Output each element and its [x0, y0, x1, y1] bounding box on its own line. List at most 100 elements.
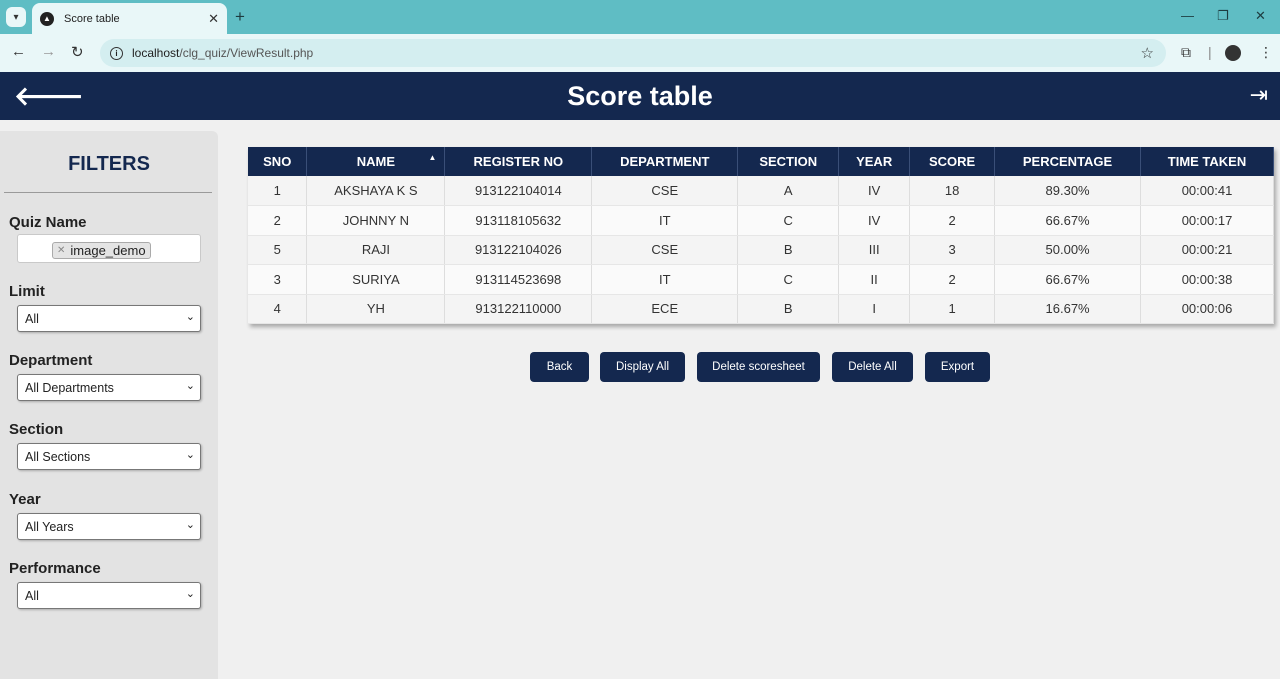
address-bar[interactable]: i localhost/clg_quiz/ViewResult.php ☆ [100, 39, 1166, 67]
column-header-time-taken[interactable]: TIME TAKEN [1140, 147, 1274, 176]
column-header-register-no[interactable]: REGISTER NO [444, 147, 593, 176]
new-tab-icon[interactable]: + [235, 7, 245, 27]
performance-select[interactable]: All ⌄ [17, 582, 201, 609]
chevron-down-icon: ⌄ [185, 449, 195, 461]
bookmark-star-icon[interactable]: ☆ [1141, 44, 1154, 62]
score-table: SNO NAME ▲ REGISTER NO DEPARTMENT SECTION… [248, 147, 1274, 324]
section-label: Section [9, 421, 64, 438]
cell-name: SURIYA [306, 264, 446, 295]
section-select-value: All Sections [25, 449, 91, 464]
window-close-icon[interactable]: ✕ [1255, 8, 1266, 24]
column-header-year[interactable]: YEAR [838, 147, 911, 176]
cell-sno: 5 [248, 235, 308, 265]
cell-department: IT [591, 264, 739, 295]
cell-sno: 3 [248, 264, 308, 295]
cell-time-taken: 00:00:17 [1140, 205, 1274, 236]
cell-name: RAJI [306, 235, 446, 265]
cell-year: I [838, 294, 911, 324]
tab-title: Score table [64, 12, 120, 25]
extensions-icon[interactable]: ⧉ [1181, 44, 1191, 61]
cell-department: ECE [591, 294, 739, 324]
url-path: /clg_quiz/ViewResult.php [179, 46, 314, 60]
logout-icon[interactable]: ⇥ [1250, 82, 1268, 108]
cell-name: YH [306, 294, 446, 324]
column-header-score[interactable]: SCORE [909, 147, 996, 176]
tab-close-icon[interactable]: ✕ [208, 11, 219, 27]
back-button[interactable]: Back [530, 352, 589, 382]
column-header-department[interactable]: DEPARTMENT [591, 147, 739, 176]
cell-year: IV [838, 205, 911, 236]
cell-section: A [737, 176, 840, 206]
quiz-chip[interactable]: ✕ image_demo [52, 242, 151, 259]
cell-year: III [838, 235, 911, 265]
table-row: 1 AKSHAYA K S 913122104014 CSE A IV 18 8… [248, 176, 1274, 206]
cell-register-no: 913122104026 [444, 235, 593, 265]
limit-label: Limit [9, 283, 45, 300]
year-select[interactable]: All Years ⌄ [17, 513, 201, 540]
delete-scoresheet-button[interactable]: Delete scoresheet [697, 352, 820, 382]
quiz-name-multiselect[interactable]: ✕ image_demo [17, 234, 201, 263]
column-header-sno[interactable]: SNO [248, 147, 308, 176]
app-header: 🡐 Score table ⇥ [0, 72, 1280, 120]
cell-register-no: 913118105632 [444, 205, 593, 236]
display-all-button[interactable]: Display All [600, 352, 685, 382]
table-row: 5 RAJI 913122104026 CSE B III 3 50.00% 0… [248, 235, 1274, 265]
cell-department: IT [591, 205, 739, 236]
cell-year: II [838, 264, 911, 295]
column-header-name[interactable]: NAME ▲ [306, 147, 446, 176]
cell-time-taken: 00:00:38 [1140, 264, 1274, 295]
filters-sidebar: FILTERS Quiz Name ✕ image_demo Limit All… [0, 131, 218, 679]
profile-avatar-icon[interactable] [1225, 45, 1241, 61]
browser-back-icon[interactable]: ← [11, 43, 26, 60]
cell-register-no: 913114523698 [444, 264, 593, 295]
section-select[interactable]: All Sections ⌄ [17, 443, 201, 470]
cell-percentage: 89.30% [994, 176, 1142, 206]
cell-score: 2 [909, 205, 996, 236]
reload-icon[interactable]: ↻ [71, 43, 84, 61]
tab-list-chevron-icon[interactable]: ▾ [6, 7, 26, 27]
chevron-down-icon: ⌄ [185, 519, 195, 531]
minimize-icon[interactable]: — [1181, 8, 1194, 23]
table-row: 3 SURIYA 913114523698 IT C II 2 66.67% 0… [248, 264, 1274, 295]
cell-percentage: 50.00% [994, 235, 1142, 265]
cell-time-taken: 00:00:21 [1140, 235, 1274, 265]
department-select-value: All Departments [25, 380, 114, 395]
cell-register-no: 913122104014 [444, 176, 593, 206]
browser-tab[interactable]: ▲ Score table ✕ [32, 3, 227, 34]
browser-toolbar: ← → ↻ i localhost/clg_quiz/ViewResult.ph… [0, 34, 1280, 72]
browser-forward-icon[interactable]: → [41, 43, 56, 60]
table-row: 4 YH 913122110000 ECE B I 1 16.67% 00:00… [248, 294, 1274, 324]
department-select[interactable]: All Departments ⌄ [17, 374, 201, 401]
table-row: 2 JOHNNY N 913118105632 IT C IV 2 66.67%… [248, 205, 1274, 236]
toolbar-divider: | [1208, 44, 1212, 60]
url-host: localhost [132, 46, 180, 60]
cell-name: JOHNNY N [306, 205, 446, 236]
restore-icon[interactable]: ❐ [1217, 8, 1229, 24]
column-header-percentage[interactable]: PERCENTAGE [994, 147, 1142, 176]
cell-register-no: 913122110000 [444, 294, 593, 324]
cell-name: AKSHAYA K S [306, 176, 446, 206]
menu-kebab-icon[interactable]: ⋮ [1259, 44, 1273, 61]
cell-time-taken: 00:00:41 [1140, 176, 1274, 206]
browser-tab-bar: ▾ ▲ Score table ✕ + — ❐ ✕ [0, 0, 1280, 34]
cell-sno: 4 [248, 294, 308, 324]
chevron-down-icon: ⌄ [185, 311, 195, 323]
column-header-section[interactable]: SECTION [737, 147, 840, 176]
cell-sno: 2 [248, 205, 308, 236]
department-label: Department [9, 352, 93, 369]
cell-section: B [737, 294, 840, 324]
cell-section: C [737, 205, 840, 236]
site-favicon-icon: ▲ [40, 11, 54, 26]
delete-all-button[interactable]: Delete All [832, 352, 913, 382]
chip-remove-icon[interactable]: ✕ [57, 245, 65, 256]
cell-year: IV [838, 176, 911, 206]
cell-department: CSE [591, 235, 739, 265]
site-info-icon[interactable]: i [110, 46, 123, 60]
limit-select[interactable]: All ⌄ [17, 305, 201, 332]
chevron-down-icon: ⌄ [185, 380, 195, 392]
cell-sno: 1 [248, 176, 308, 206]
limit-select-value: All [25, 311, 39, 326]
cell-score: 1 [909, 294, 996, 324]
chevron-down-icon: ⌄ [185, 588, 195, 600]
export-button[interactable]: Export [925, 352, 990, 382]
